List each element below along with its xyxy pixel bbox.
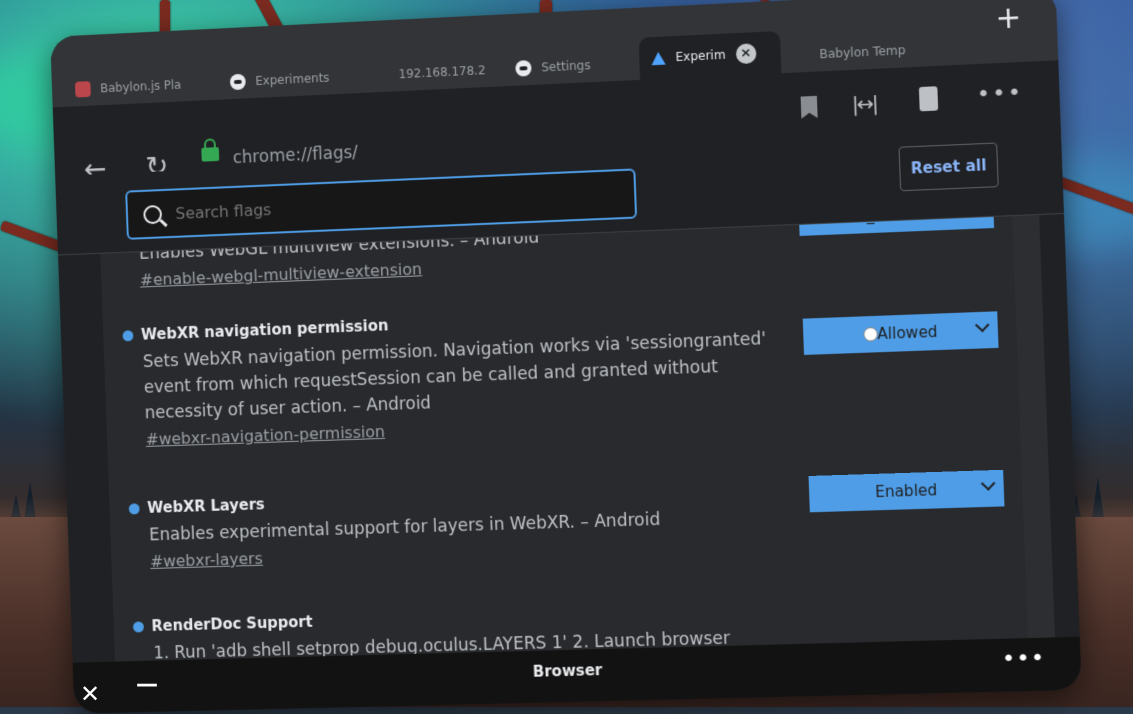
flag-link[interactable]: #webxr-navigation-permission [145, 422, 385, 449]
flags-list: Enables WebGL multiview extensions. – An… [99, 182, 1030, 677]
flask-icon [651, 51, 666, 65]
tab-experiments-active[interactable]: Experim × [639, 31, 782, 80]
status-dot-icon [129, 503, 140, 514]
flag-select-webxr-layers[interactable]: Enabled [809, 470, 1005, 513]
babylon-icon [75, 81, 91, 97]
tab-label: Babylon Temp [819, 43, 906, 61]
browser-window: Babylon.js Pla Experiments 192.168.178.2… [50, 0, 1082, 714]
minimize-window-button[interactable]: — [136, 672, 158, 697]
chrome-icon [230, 74, 246, 91]
close-window-button[interactable]: ✕ [80, 680, 100, 708]
tab-label: Experiments [255, 71, 329, 88]
flag-title-text: RenderDoc Support [151, 613, 313, 635]
lock-icon [201, 147, 219, 162]
tab-experiments[interactable]: Experiments [229, 61, 330, 99]
tab-label: Settings [541, 58, 591, 74]
tab-ip-address[interactable]: 192.168.178.2 [398, 53, 486, 91]
flag-select-navigation-permission[interactable]: Allowed [803, 311, 999, 355]
flag-title-text: WebXR Layers [147, 495, 265, 516]
tab-settings[interactable]: Settings [515, 48, 591, 86]
chevron-down-icon [975, 318, 990, 332]
select-value: Enabled [875, 481, 938, 501]
flag-title-text: WebXR navigation permission [141, 316, 389, 343]
tab-label: Experim [675, 48, 726, 64]
reader-icon[interactable] [919, 86, 938, 111]
tab-babylon-playground[interactable]: Babylon.js Pla [75, 68, 182, 106]
status-dot-icon [122, 330, 133, 341]
bookmark-icon[interactable] [801, 96, 818, 119]
tab-babylon-template[interactable]: Babylon Temp [819, 33, 906, 71]
select-value: Allowed [877, 323, 938, 343]
search-icon [143, 204, 162, 223]
tab-label: Babylon.js Pla [100, 78, 181, 96]
status-dot-icon [133, 621, 144, 632]
search-input[interactable] [173, 185, 591, 224]
reset-all-button[interactable]: Reset all [898, 142, 998, 191]
tab-close-icon[interactable]: × [735, 43, 756, 64]
window-more-button[interactable]: ••• [1002, 646, 1046, 673]
chevron-down-icon [981, 476, 996, 490]
chrome-icon [515, 60, 532, 77]
fit-width-icon[interactable]: |↔| [851, 91, 877, 116]
pointer-cursor-icon [863, 327, 878, 342]
more-menu-button[interactable]: ••• [976, 80, 1023, 108]
flag-description: Sets WebXR navigation permission. Naviga… [143, 326, 770, 426]
tab-label: 192.168.178.2 [398, 63, 485, 81]
new-tab-button[interactable]: + [995, 3, 1022, 35]
flag-link[interactable]: #webxr-layers [150, 549, 263, 571]
